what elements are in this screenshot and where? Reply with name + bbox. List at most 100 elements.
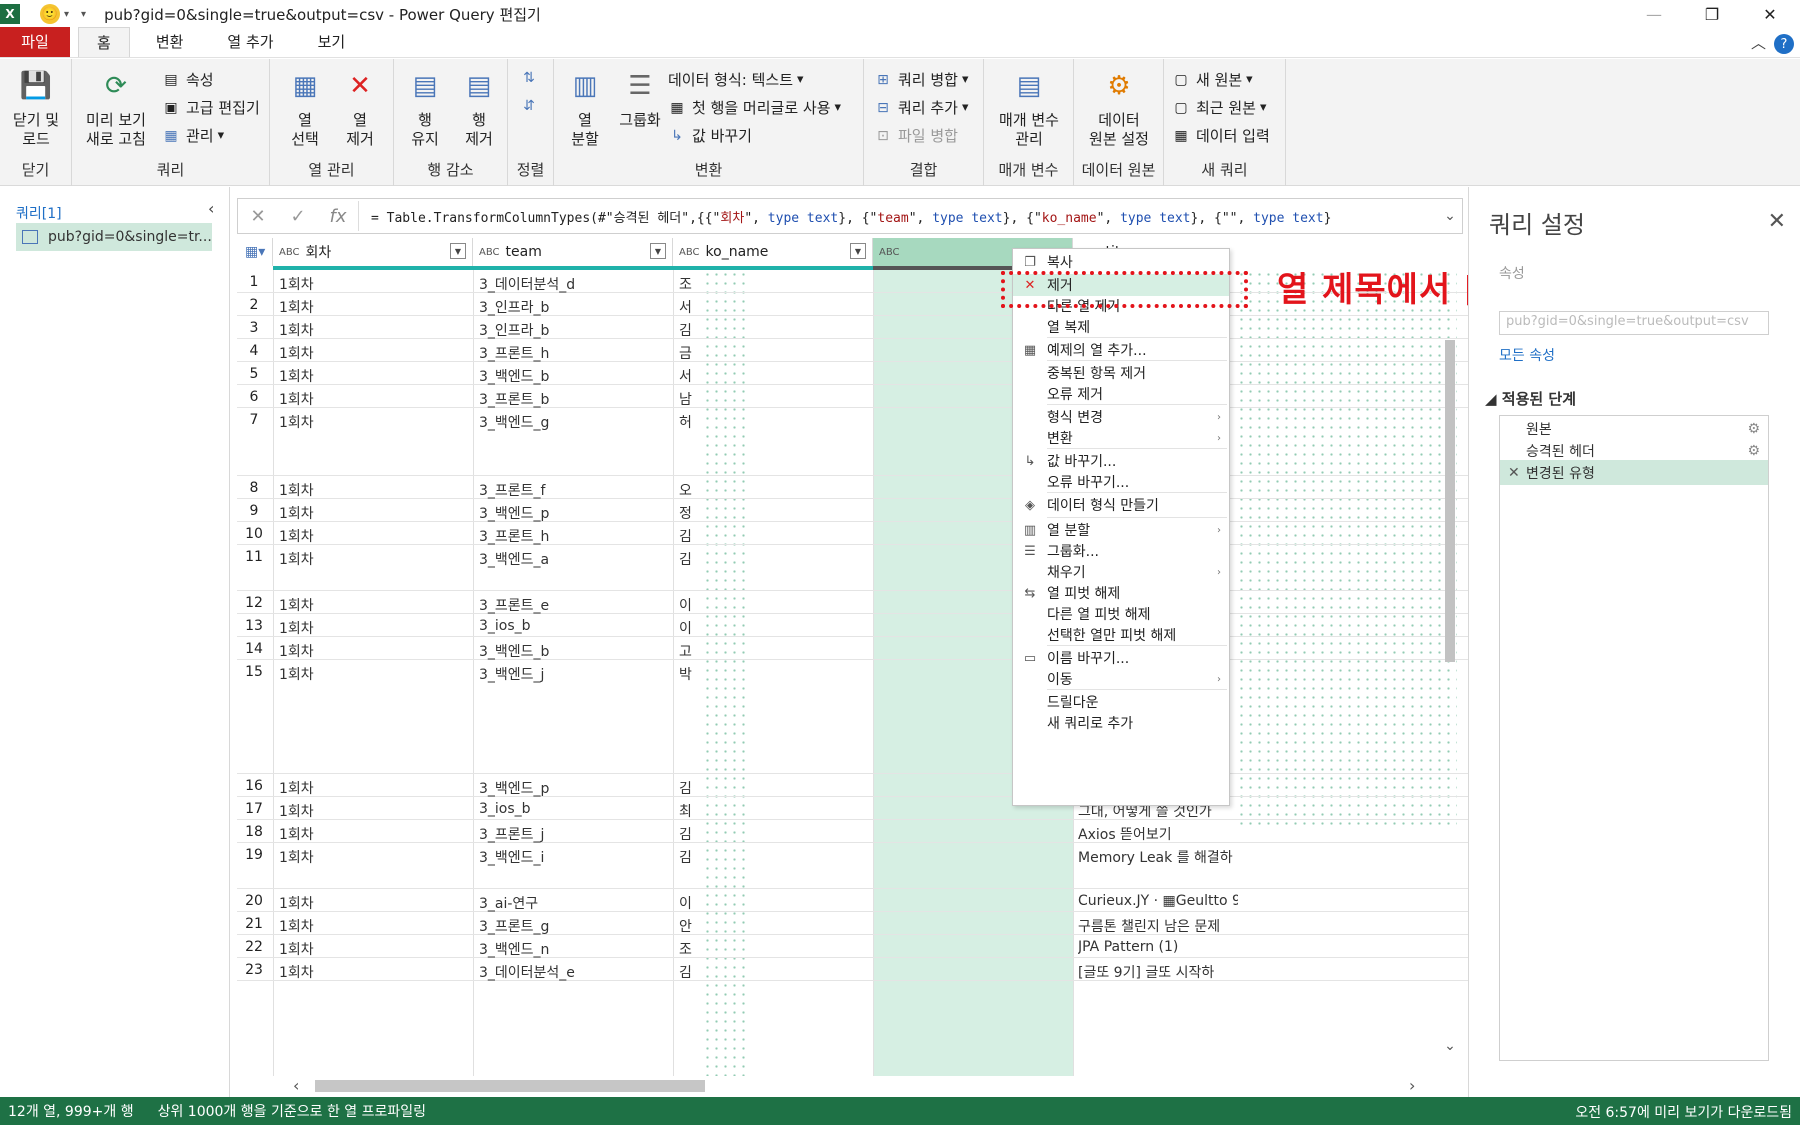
close-window-button[interactable]: ✕ (1744, 0, 1796, 28)
gear-icon[interactable]: ⚙ (1747, 421, 1760, 437)
data-type-dropdown[interactable]: 데이터 형식: 텍스트 ▾ (668, 69, 803, 90)
cell-team[interactable]: 3_인프라_b (479, 297, 669, 317)
table-row[interactable]: 8 1회차 3_프론트_f 오 (237, 476, 1475, 499)
cell-round[interactable]: 1회차 (279, 801, 469, 821)
filter-dropdown-icon[interactable]: ▼ (850, 243, 866, 259)
table-row[interactable]: 4 1회차 3_프론트_h 금 (237, 339, 1475, 362)
column-header-2[interactable]: ABC team ▼ (473, 238, 673, 266)
collapse-pane-icon[interactable]: ‹ (208, 199, 214, 218)
text-type-icon[interactable]: ABC (479, 247, 500, 258)
table-row[interactable]: 13 1회차 3_ios_b 이 (237, 614, 1475, 637)
cell-ko-name[interactable]: 금 (679, 343, 699, 363)
tab-view[interactable]: 보기 (300, 27, 364, 57)
cell-team[interactable]: 3_백엔드_a (479, 549, 669, 569)
group-by-button[interactable]: ☰ 그룹화 (612, 67, 668, 130)
cell-round[interactable]: 1회차 (279, 412, 469, 432)
cell-team[interactable]: 3_백엔드_p (479, 503, 669, 523)
table-row[interactable]: 3 1회차 3_인프라_b 김 (237, 316, 1475, 339)
cell-team[interactable]: 3_프론트_h (479, 526, 669, 546)
cell-round[interactable]: 1회차 (279, 962, 469, 982)
table-row[interactable]: 17 1회차 3_ios_b 최 그대, 어떻게 쓸 것인가 (237, 797, 1475, 820)
cell-ko-name[interactable]: 허 (679, 412, 699, 432)
text-type-icon[interactable]: ABC (679, 247, 700, 258)
close-load-button[interactable]: 💾 닫기 및 로드 (4, 67, 68, 149)
scroll-left-icon[interactable]: ‹ (293, 1076, 299, 1095)
context-menu-item[interactable]: 열 복제 (1013, 316, 1229, 338)
manage-button[interactable]: ▦ 관리 ▾ (162, 125, 224, 146)
text-type-icon[interactable]: ABC (879, 247, 900, 258)
gear-icon[interactable]: ⚙ (1747, 443, 1760, 459)
context-menu-item[interactable]: 드릴다운 (1013, 691, 1229, 713)
smiley-dropdown-icon[interactable]: ▾ (64, 9, 69, 20)
cell-team[interactable]: 3_ai-연구 (479, 893, 669, 913)
cell-ko-name[interactable]: 김 (679, 847, 699, 867)
cell-round[interactable]: 1회차 (279, 595, 469, 615)
cancel-formula-icon[interactable]: ✕ (238, 199, 278, 233)
cell-team[interactable]: 3_백엔드_g (479, 412, 669, 432)
cell-title[interactable]: 구름톤 챌린지 남은 문제 (1078, 916, 1238, 936)
formula-input[interactable]: = Table.TransformColumnTypes(#"승격된 헤더",{… (371, 207, 1438, 226)
smiley-feedback-icon[interactable]: 🙂 (40, 4, 60, 24)
cell-team[interactable]: 3_백엔드_b (479, 366, 669, 386)
confirm-formula-icon[interactable]: ✓ (278, 199, 318, 233)
cell-team[interactable]: 3_데이터분석_d (479, 274, 669, 294)
new-source-button[interactable]: ▢ 새 원본 ▾ (1172, 69, 1252, 90)
expand-formula-icon[interactable]: ⌄ (1438, 208, 1462, 224)
cell-team[interactable]: 3_데이터분석_e (479, 962, 669, 982)
cell-team[interactable]: 3_인프라_b (479, 320, 669, 340)
query-name-input[interactable]: pub?gid=0&single=true&output=csv (1499, 311, 1769, 335)
tab-add-column[interactable]: 열 추가 (209, 27, 291, 57)
collapse-ribbon-icon[interactable]: ︿ (1751, 32, 1766, 53)
query-list-item[interactable]: pub?gid=0&single=tr... (16, 223, 212, 251)
vertical-scrollbar[interactable] (1441, 330, 1459, 1050)
table-row[interactable]: 23 1회차 3_데이터분석_e 김 [글또 9기] 글또 시작하 (237, 958, 1475, 981)
properties-button[interactable]: ▤ 속성 (162, 69, 213, 90)
cell-title[interactable]: Axios 뜯어보기 (1078, 824, 1238, 844)
context-menu-item[interactable]: ◈ 데이터 형식 만들기 (1013, 494, 1229, 516)
queries-header[interactable]: 쿼리[1] (16, 203, 62, 223)
cell-ko-name[interactable]: 김 (679, 778, 699, 798)
scroll-down-icon[interactable]: ⌄ (1441, 1038, 1459, 1054)
cell-ko-name[interactable]: 조 (679, 274, 699, 294)
cell-round[interactable]: 1회차 (279, 480, 469, 500)
cell-ko-name[interactable]: 조 (679, 939, 699, 959)
cell-team[interactable]: 3_프론트_h (479, 343, 669, 363)
cell-team[interactable]: 3_프론트_j (479, 824, 669, 844)
step-changed-type[interactable]: ✕ 변경된 유형 (1500, 460, 1768, 485)
cell-team[interactable]: 3_백엔드_i (479, 847, 669, 867)
help-icon[interactable]: ? (1774, 34, 1794, 54)
cell-ko-name[interactable]: 오 (679, 480, 699, 500)
context-menu-item[interactable]: 오류 제거 (1013, 383, 1229, 405)
cell-ko-name[interactable]: 서 (679, 366, 699, 386)
manage-parameters-button[interactable]: ▤ 매개 변수 관리 (988, 67, 1070, 149)
context-menu-item[interactable]: ☰ 그룹화... (1013, 540, 1229, 562)
context-menu-item[interactable]: ▭ 이름 바꾸기... (1013, 647, 1229, 669)
context-menu-item[interactable]: 형식 변경 › (1013, 406, 1229, 428)
close-pane-icon[interactable]: ✕ (1768, 209, 1786, 234)
table-row[interactable]: 161회차3_백엔드_p김[AWS] Amazon SQS (237, 774, 1475, 797)
cell-team[interactable]: 3_백엔드_n (479, 939, 669, 959)
remove-columns-button[interactable]: ✕ 열 제거 (332, 67, 388, 149)
cell-round[interactable]: 1회차 (279, 320, 469, 340)
table-row[interactable]: 5 1회차 3_백엔드_b 서 (237, 362, 1475, 385)
replace-values-button[interactable]: ↳ 값 바꾸기 (668, 125, 752, 146)
cell-ko-name[interactable]: 정 (679, 503, 699, 523)
cell-title[interactable]: [글또 9기] 글또 시작하 (1078, 962, 1238, 982)
filter-dropdown-icon[interactable]: ▼ (450, 243, 466, 259)
cell-title[interactable]: JPA Pattern (1) (1078, 939, 1238, 955)
context-menu-item[interactable]: 다른 열 피벗 해제 (1013, 603, 1229, 625)
fx-icon[interactable]: fx (318, 199, 358, 233)
table-menu-header[interactable]: ▦▾ (237, 238, 273, 266)
cell-team[interactable]: 3_백엔드_b (479, 641, 669, 661)
enter-data-button[interactable]: ▦ 데이터 입력 (1172, 125, 1269, 146)
text-type-icon[interactable]: ABC (279, 247, 300, 258)
table-row[interactable]: 21 1회차 3_프론트_g 안 구름톤 챌린지 남은 문제 (237, 912, 1475, 935)
context-menu-item[interactable]: 선택한 열만 피벗 해제 (1013, 624, 1229, 646)
cell-ko-name[interactable]: 박 (679, 664, 699, 684)
table-row[interactable]: 22 1회차 3_백엔드_n 조 JPA Pattern (1) (237, 935, 1475, 958)
cell-round[interactable]: 1회차 (279, 389, 469, 409)
cell-round[interactable]: 1회차 (279, 824, 469, 844)
cell-ko-name[interactable]: 김 (679, 526, 699, 546)
remove-rows-button[interactable]: ▤ 행 제거 (452, 67, 506, 149)
cell-round[interactable]: 1회차 (279, 526, 469, 546)
